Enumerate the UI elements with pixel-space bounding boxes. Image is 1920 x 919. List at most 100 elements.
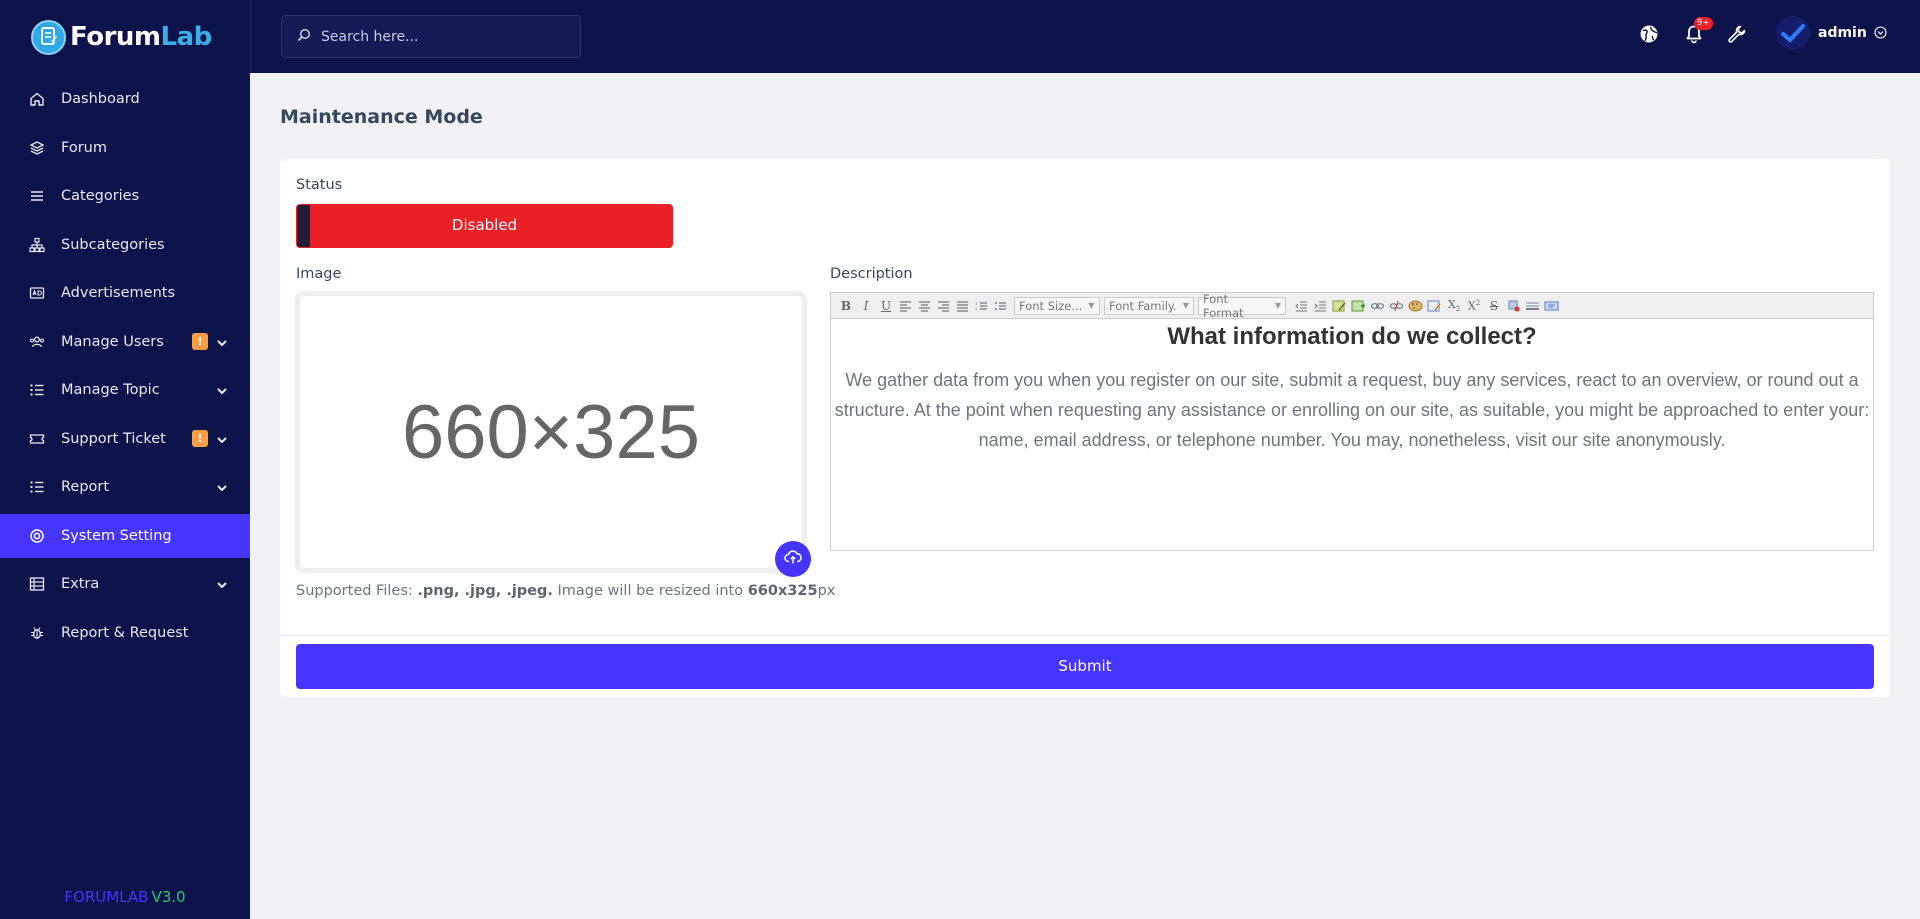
unlink-icon[interactable] (1389, 300, 1404, 312)
edit-html-icon[interactable] (1427, 300, 1442, 312)
chevron-down-icon[interactable] (214, 335, 230, 351)
image-insert-icon[interactable] (1332, 300, 1347, 312)
align-justify-icon[interactable] (955, 300, 970, 312)
submit-button[interactable]: Submit (296, 644, 1874, 689)
superscript-icon[interactable]: X2 (1464, 299, 1484, 313)
align-center-icon[interactable] (917, 300, 932, 312)
layers-icon (28, 139, 46, 157)
remove-format-icon[interactable] (1506, 300, 1521, 312)
align-left-icon[interactable] (898, 300, 913, 312)
sidebar-item-label: Manage Users (61, 334, 164, 350)
description-body: We gather data from you when you registe… (834, 370, 1870, 450)
link-icon[interactable] (1370, 300, 1385, 312)
sidebar-item-label: Forum (61, 140, 107, 156)
bug-icon (28, 624, 46, 642)
subscript-icon[interactable]: X2 (1444, 298, 1464, 313)
align-right-icon[interactable] (936, 300, 951, 312)
sidebar-item-label: Dashboard (61, 91, 140, 107)
sidebar-item-advertisements[interactable]: Advertisements (0, 271, 250, 315)
sidebar-item-label: Extra (61, 576, 100, 592)
cloud-upload-icon (784, 549, 802, 569)
list-icon (28, 478, 46, 496)
version-number: V3.0 (151, 888, 186, 906)
description-heading: What information do we collect? (1167, 323, 1537, 350)
top-bar: 9+ admin (250, 0, 1920, 73)
brand-logo[interactable]: ForumLab (0, 0, 250, 74)
sidebar-item-dashboard[interactable]: Dashboard (0, 77, 250, 121)
chevron-down-icon[interactable] (214, 480, 230, 496)
chevron-down-icon[interactable] (214, 383, 230, 399)
globe-icon[interactable] (1637, 22, 1661, 46)
chevron-circle-down-icon (1874, 24, 1887, 43)
strikethrough-icon[interactable]: S (1484, 299, 1504, 313)
admin-name: admin (1818, 25, 1867, 41)
warning-badge: ! (192, 430, 208, 447)
image-preview: 660×325 (296, 292, 806, 572)
wrench-icon[interactable] (1725, 22, 1749, 46)
editor-toolbar: B I U 12 Font Size... ▼ Font Family. ▼ Fon… (831, 292, 1873, 320)
horizontal-rule-icon[interactable] (1525, 300, 1540, 312)
maintenance-form: Status Disabled Image 660×325 Supported … (280, 159, 1890, 697)
sidebar-item-label: Report (61, 479, 110, 495)
sitemap-icon (28, 236, 46, 254)
ordered-list-icon[interactable]: 12 (974, 300, 989, 312)
supported-files-hint: Supported Files: .png, .jpg, .jpeg. Imag… (296, 583, 836, 599)
sidebar-item-manage-topic[interactable]: Manage Topic (0, 368, 250, 412)
description-editor[interactable]: B I U 12 Font Size... ▼ Font Family. ▼ Fon… (830, 292, 1874, 551)
lifebuoy-icon (28, 527, 46, 545)
sidebar-item-forum[interactable]: Forum (0, 126, 250, 170)
image-placeholder-text: 660×325 (402, 389, 700, 475)
home-icon (28, 90, 46, 108)
bell-icon[interactable]: 9+ (1682, 17, 1713, 46)
brand-name: ForumLab (70, 22, 212, 52)
sidebar-item-label: Report & Request (61, 625, 189, 641)
sidebar-item-system-setting[interactable]: System Setting (0, 514, 250, 558)
admin-menu[interactable]: admin (1776, 16, 1887, 50)
upload-button[interactable] (775, 541, 811, 577)
status-label: Status (296, 177, 343, 193)
status-toggle[interactable]: Disabled (296, 204, 673, 248)
underline-icon[interactable]: U (876, 299, 896, 313)
sidebar-item-categories[interactable]: Categories (0, 174, 250, 218)
sidebar-item-label: System Setting (61, 528, 172, 544)
indent-icon[interactable] (1313, 300, 1328, 312)
forum-logo-icon (31, 19, 66, 55)
image-label: Image (296, 266, 342, 282)
font-family-select[interactable]: Font Family. ▼ (1104, 296, 1194, 315)
search-input[interactable] (321, 28, 561, 45)
color-palette-icon[interactable] (1408, 300, 1423, 312)
description-label: Description (830, 266, 913, 282)
sidebar-item-report-request[interactable]: Report & Request (0, 611, 250, 655)
ticket-icon (28, 430, 46, 448)
sidebar-item-subcategories[interactable]: Subcategories (0, 223, 250, 267)
unordered-list-icon[interactable] (993, 300, 1008, 312)
code-view-icon[interactable] (1544, 300, 1559, 312)
status-value: Disabled (451, 216, 518, 234)
sidebar-item-label: Support Ticket (61, 431, 166, 447)
form-divider (280, 635, 1890, 636)
warning-badge: ! (192, 333, 208, 350)
insert-image-icon[interactable] (1351, 300, 1366, 312)
version-name: FORUMLAB (64, 888, 149, 906)
bold-icon[interactable]: B (836, 299, 856, 313)
outdent-icon[interactable] (1294, 300, 1309, 312)
version-label: FORUMLAB V3.0 (0, 888, 250, 906)
server-icon (28, 575, 46, 593)
sidebar-item-report[interactable]: Report (0, 465, 250, 509)
editor-content[interactable]: What information do we collect? We gathe… (831, 319, 1873, 459)
sidebar-item-manage-users[interactable]: Manage Users ! (0, 320, 250, 364)
notification-count-badge: 9+ (1694, 17, 1713, 30)
sidebar-item-label: Subcategories (61, 237, 165, 253)
italic-icon[interactable]: I (856, 299, 876, 313)
font-format-select[interactable]: Font Format ▼ (1198, 292, 1286, 320)
sidebar-item-support-ticket[interactable]: Support Ticket ! (0, 417, 250, 461)
chevron-down-icon[interactable] (214, 432, 230, 448)
page-title: Maintenance Mode (280, 106, 483, 128)
sidebar-item-extra[interactable]: Extra (0, 562, 250, 606)
search-box[interactable] (281, 15, 581, 58)
svg-text:2: 2 (975, 306, 978, 311)
ad-icon (28, 284, 46, 302)
chevron-down-icon[interactable] (214, 577, 230, 593)
users-icon (28, 333, 46, 351)
font-size-select[interactable]: Font Size... ▼ (1014, 296, 1100, 315)
